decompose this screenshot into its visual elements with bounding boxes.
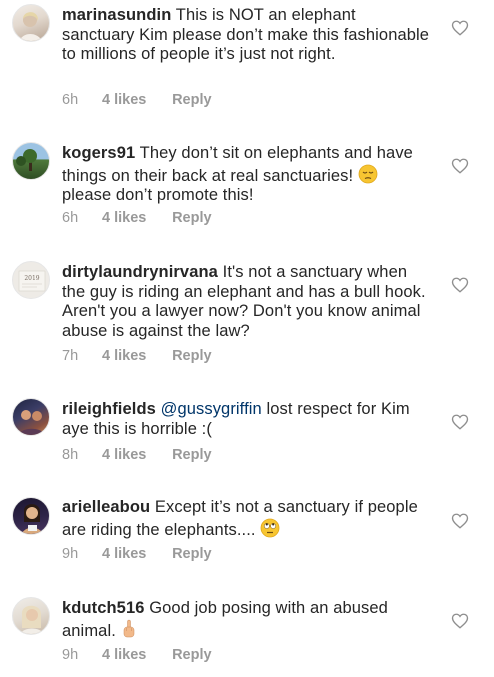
comment-mention-link[interactable]: @gussygriffin [161, 400, 262, 418]
avatar[interactable] [12, 142, 50, 180]
avatar[interactable] [12, 497, 50, 535]
reply-button[interactable]: Reply [172, 647, 212, 663]
comment-meta: 8h 4 likes Reply [62, 447, 212, 463]
middle-finger-emoji-icon [123, 619, 134, 637]
comment-username[interactable]: kogers91 [62, 144, 135, 162]
eye-roll-face-emoji-icon [260, 518, 280, 537]
reply-button[interactable]: Reply [172, 92, 212, 108]
comment-username[interactable]: kdutch516 [62, 599, 145, 617]
comment-likes[interactable]: 4 likes [102, 348, 168, 364]
avatar[interactable] [12, 398, 50, 436]
comment-meta: 9h 4 likes Reply [62, 546, 212, 562]
comment-timestamp: 7h [62, 348, 79, 364]
reply-button[interactable]: Reply [172, 447, 212, 463]
heart-icon[interactable] [451, 19, 469, 37]
comment-body: marinasundin This is NOT an elephant san… [62, 6, 430, 65]
comment-timestamp: 8h [62, 447, 79, 463]
heart-icon[interactable] [451, 512, 469, 530]
reply-button[interactable]: Reply [172, 546, 212, 562]
comment-timestamp: 9h [62, 647, 79, 663]
comment-meta: 7h 4 likes Reply [62, 348, 212, 364]
comment-body: kogers91 They don’t sit on elephants and… [62, 144, 430, 206]
comment-timestamp: 6h [62, 210, 79, 226]
comment-username[interactable]: dirtylaundrynirvana [62, 263, 218, 281]
comment-timestamp: 9h [62, 546, 79, 562]
comment-timestamp: 6h [62, 92, 79, 108]
pensive-face-emoji-icon [358, 164, 378, 183]
comment-username[interactable]: rileighfields [62, 400, 156, 418]
comment-username[interactable]: marinasundin [62, 6, 171, 24]
reply-button[interactable]: Reply [172, 210, 212, 226]
comment-body: arielleabou Except it’s not a sanctuary … [62, 498, 430, 540]
comment-likes[interactable]: 4 likes [102, 647, 168, 663]
comment-likes[interactable]: 4 likes [102, 546, 168, 562]
comment-text-continued: please don’t promote this! [62, 186, 254, 204]
heart-icon[interactable] [451, 157, 469, 175]
avatar[interactable]: 2019 [12, 261, 50, 299]
heart-icon[interactable] [451, 276, 469, 294]
comment-likes[interactable]: 4 likes [102, 447, 168, 463]
comment-username[interactable]: arielleabou [62, 498, 150, 516]
comment-meta: 6h 4 likes Reply [62, 92, 212, 108]
comment-meta: 6h 4 likes Reply [62, 210, 212, 226]
avatar[interactable] [12, 597, 50, 635]
comment-body: rileighfields @gussygriffin lost respect… [62, 400, 430, 439]
comment-likes[interactable]: 4 likes [102, 210, 168, 226]
comment-body: dirtylaundrynirvana It's not a sanctuary… [62, 263, 430, 341]
heart-icon[interactable] [451, 612, 469, 630]
comment-likes[interactable]: 4 likes [102, 92, 168, 108]
comment-meta: 9h 4 likes Reply [62, 647, 212, 663]
comment-body: kdutch516 Good job posing with an abused… [62, 599, 430, 641]
avatar-text: 2019 [24, 275, 39, 282]
avatar[interactable] [12, 4, 50, 42]
reply-button[interactable]: Reply [172, 348, 212, 364]
heart-icon[interactable] [451, 413, 469, 431]
